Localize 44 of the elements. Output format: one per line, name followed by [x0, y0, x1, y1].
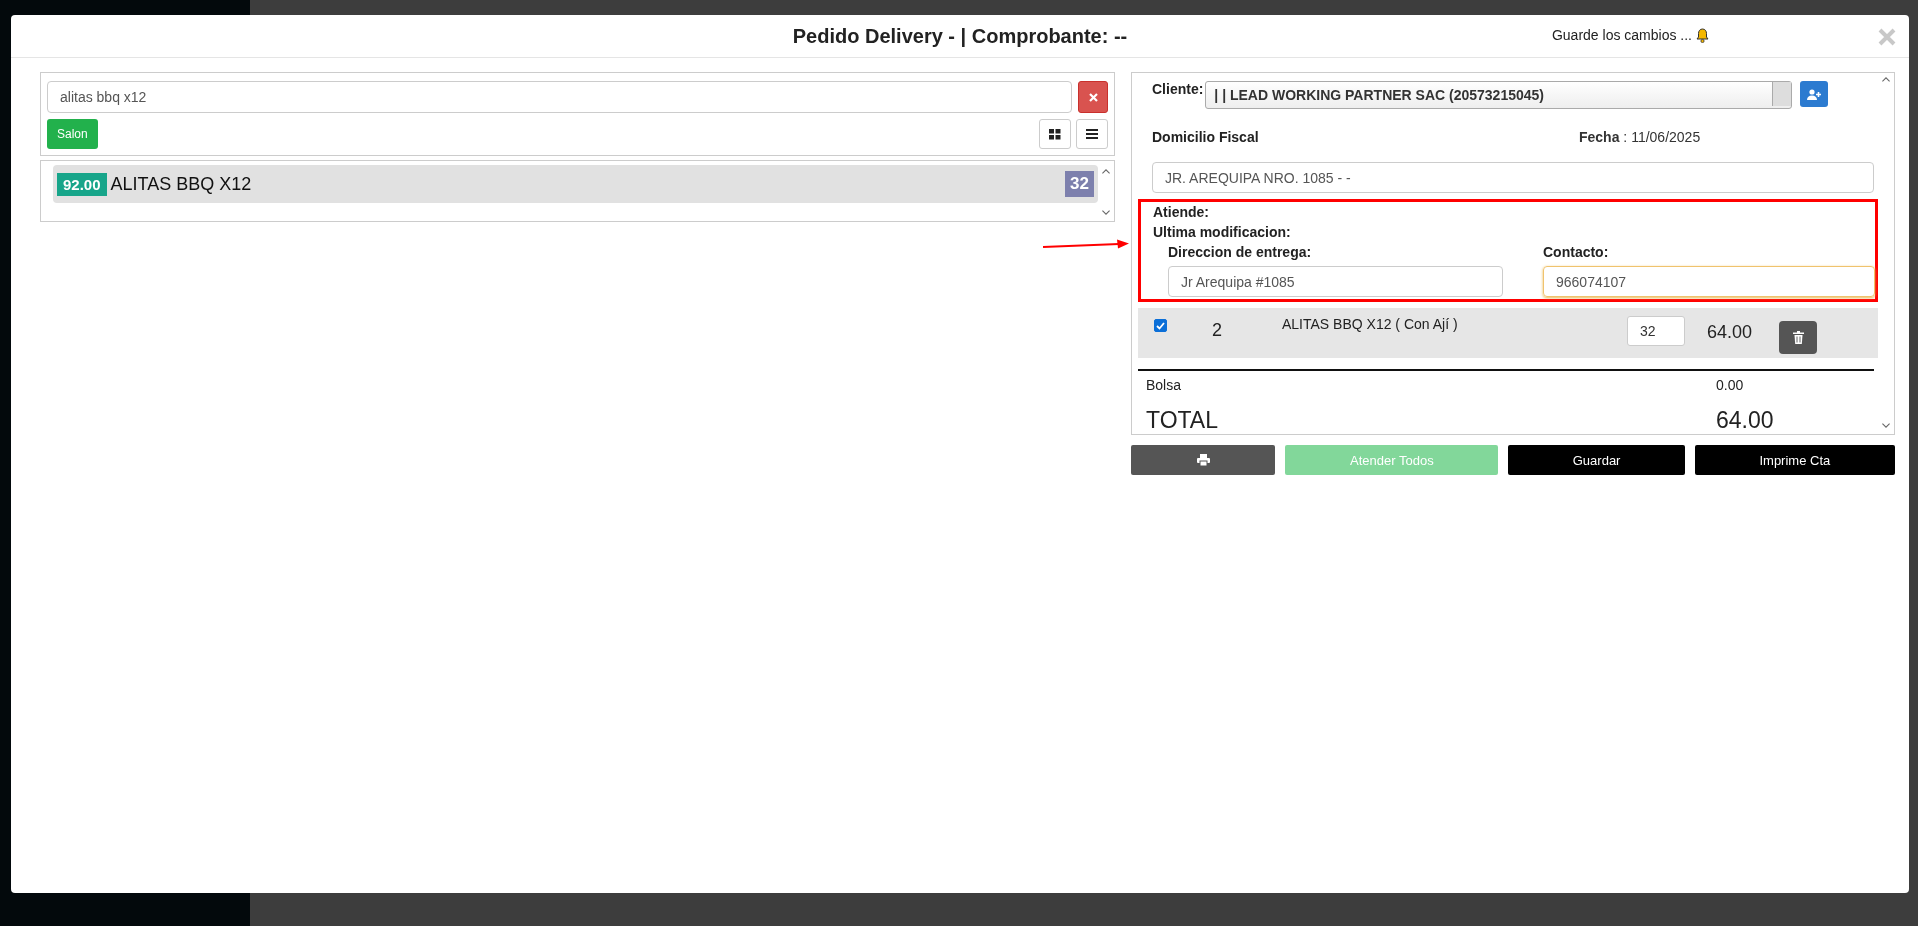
- print-button[interactable]: [1131, 445, 1276, 475]
- contact-label: Contacto:: [1543, 244, 1610, 260]
- add-user-icon: [1807, 88, 1821, 100]
- delivery-address-label: Direccion de entrega:: [1168, 244, 1313, 260]
- stock-badge: 32: [1065, 171, 1094, 197]
- bolsa-label: Bolsa: [1146, 377, 1183, 393]
- delivery-address-field[interactable]: Jr Arequipa #1085: [1168, 266, 1503, 297]
- client-select[interactable]: | | LEAD WORKING PARTNER SAC (20573215045): [1205, 81, 1792, 109]
- list-view-button[interactable]: [1076, 119, 1108, 149]
- client-label: Cliente:: [1152, 81, 1204, 97]
- scroll-down-icon[interactable]: [1100, 207, 1112, 217]
- bolsa-value: 0.00: [1716, 377, 1744, 393]
- atiende-label: Atiende:: [1153, 204, 1210, 220]
- delete-button[interactable]: [1779, 321, 1817, 354]
- product-name: ALITAS BBQ X12: [110, 173, 253, 195]
- product-item[interactable]: 92.00 ALITAS BBQ X12 32: [53, 165, 1098, 203]
- list-icon: [1086, 129, 1098, 139]
- price-badge: 92.00: [57, 172, 107, 196]
- modal-title: Pedido Delivery - | Comprobante: --: [792, 24, 1128, 48]
- item-code-field[interactable]: 32: [1627, 316, 1685, 346]
- action-button[interactable]: Guardar: [1508, 445, 1685, 475]
- item-amount: 64.00: [1707, 322, 1754, 343]
- date-text: Fecha : 11/06/2025: [1579, 129, 1701, 145]
- printer-icon: [1196, 454, 1210, 466]
- grid-view-button[interactable]: [1039, 119, 1071, 149]
- item-quantity: 2: [1211, 320, 1223, 341]
- action-button[interactable]: Imprime Cta: [1694, 445, 1895, 475]
- last-modified-label: Ultima modificacion:: [1153, 224, 1292, 240]
- save-notice: Guarde los cambios ...: [1551, 27, 1692, 43]
- total-value: 64.00: [1716, 407, 1774, 434]
- add-client-button[interactable]: [1800, 81, 1828, 107]
- contact-field[interactable]: 966074107: [1543, 266, 1875, 297]
- clear-button[interactable]: [1078, 81, 1108, 113]
- total-label: TOTAL: [1146, 407, 1219, 434]
- item-name: ALITAS BBQ X12 ( Con Ají ): [1281, 316, 1459, 332]
- domicilio-label: Domicilio Fiscal: [1152, 129, 1260, 145]
- search-field[interactable]: alitas bbq x12: [47, 81, 1072, 113]
- address-field[interactable]: JR. AREQUIPA NRO. 1085 - -: [1152, 162, 1874, 193]
- grid-icon: [1049, 128, 1061, 140]
- trash-icon: [1792, 331, 1804, 344]
- bell-icon: [1696, 27, 1709, 43]
- close-icon: [1088, 92, 1098, 102]
- scroll-down-icon[interactable]: [1880, 420, 1892, 430]
- item-checkbox[interactable]: [1154, 319, 1167, 332]
